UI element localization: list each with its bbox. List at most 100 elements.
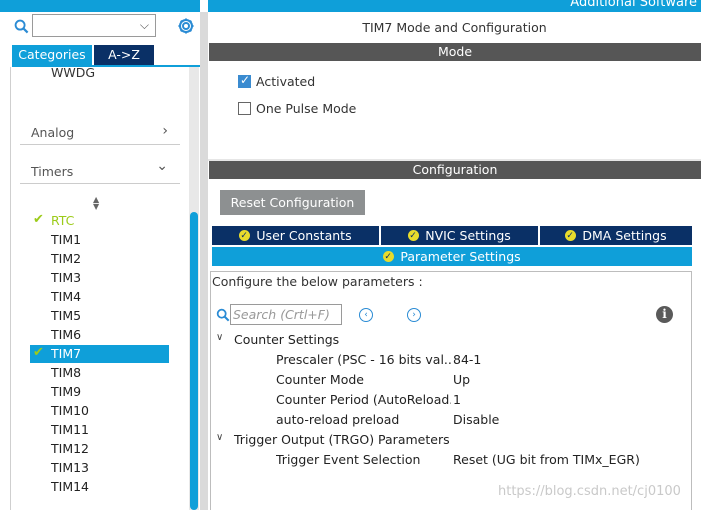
- check-circle-icon: [239, 227, 251, 246]
- param-value[interactable]: Disable: [453, 412, 499, 427]
- timer-label: RTC: [51, 213, 75, 228]
- timer-item-tim11[interactable]: TIM11: [30, 421, 169, 439]
- previous-match-icon[interactable]: ‹: [359, 308, 373, 322]
- activated-checkbox[interactable]: [238, 73, 251, 88]
- timer-label: TIM11: [51, 422, 90, 437]
- timer-label: TIM4: [51, 289, 82, 304]
- category-label: Analog: [31, 125, 75, 140]
- watermark: https://blog.csdn.net/cj0100: [498, 484, 681, 499]
- parameters-header: Configure the below parameters :: [212, 274, 423, 289]
- param-key: Counter Mode: [276, 372, 364, 387]
- timer-label: TIM12: [51, 441, 90, 456]
- timer-item-tim6[interactable]: TIM6: [30, 326, 169, 344]
- timer-item-tim5[interactable]: TIM5: [30, 307, 169, 325]
- param-key: Prescaler (PSC - 16 bits val...: [276, 352, 451, 367]
- gear-icon[interactable]: [176, 16, 196, 36]
- check-circle-icon: [408, 227, 420, 246]
- top-strip: Additional Software: [0, 0, 701, 12]
- timer-item-rtc[interactable]: ✔ RTC: [30, 212, 169, 230]
- group-label: Counter Settings: [234, 332, 340, 347]
- timer-label: TIM8: [51, 365, 82, 380]
- mode-header: Mode: [209, 43, 701, 61]
- reset-configuration-button[interactable]: Reset Configuration: [220, 190, 365, 215]
- timer-item-tim9[interactable]: TIM9: [30, 383, 169, 401]
- category-timers[interactable]: Timers ⌄: [20, 158, 180, 184]
- timer-item-tim4[interactable]: TIM4: [30, 288, 169, 306]
- additional-software-label[interactable]: Additional Software: [570, 0, 697, 10]
- tab-label: DMA Settings: [582, 228, 667, 243]
- chevron-down-icon: ⌄: [156, 158, 168, 174]
- tab-label: Parameter Settings: [400, 249, 521, 264]
- check-icon: ✔: [33, 212, 44, 227]
- mode-configuration-panel: TIM7 Mode and Configuration Mode Activat…: [208, 12, 701, 510]
- param-value[interactable]: Up: [453, 372, 470, 387]
- tab-nvic-settings[interactable]: NVIC Settings: [381, 226, 538, 246]
- parameter-search-input[interactable]: Search (Crtl+F): [230, 304, 342, 325]
- one-pulse-label: One Pulse Mode: [256, 101, 357, 116]
- search-icon[interactable]: [14, 19, 29, 34]
- param-value[interactable]: 84-1: [453, 352, 481, 367]
- chevron-down-icon[interactable]: ∨: [216, 432, 223, 443]
- tab-categories[interactable]: Categories: [12, 45, 92, 65]
- timer-item-tim1[interactable]: TIM1: [30, 231, 169, 249]
- category-analog[interactable]: Analog ›: [20, 121, 180, 145]
- category-scrollbar[interactable]: [189, 67, 199, 510]
- tab-label: User Constants: [256, 228, 352, 243]
- timer-label: TIM1: [51, 232, 82, 247]
- search-icon[interactable]: [216, 308, 230, 322]
- configuration-header: Configuration: [209, 161, 701, 179]
- left-top-bar: [0, 0, 200, 12]
- param-key: auto-reload preload: [276, 412, 400, 427]
- param-key: Trigger Event Selection: [276, 452, 421, 467]
- info-icon[interactable]: i: [656, 306, 673, 323]
- timer-item-tim12[interactable]: TIM12: [30, 440, 169, 458]
- param-key: Counter Period (AutoReload...: [276, 392, 451, 407]
- activated-label: Activated: [256, 74, 316, 89]
- timer-label: TIM5: [51, 308, 82, 323]
- one-pulse-checkbox[interactable]: [238, 102, 251, 115]
- param-row[interactable]: Counter Period (AutoReload... 1: [208, 392, 688, 410]
- tab-a-z[interactable]: A->Z: [94, 45, 154, 65]
- check-icon: ✔: [33, 345, 44, 360]
- timer-label: TIM7: [51, 346, 82, 361]
- stm32cubemx-window: Additional Software ⌵ Categories A->Z WW…: [0, 0, 701, 510]
- additional-software-bar[interactable]: Additional Software: [208, 0, 701, 12]
- chevron-right-icon: ›: [162, 123, 168, 139]
- timer-label: TIM13: [51, 460, 90, 475]
- timer-item-tim14[interactable]: TIM14: [30, 478, 169, 496]
- chevron-down-icon[interactable]: ⌵: [140, 18, 149, 33]
- sort-arrows-icon[interactable]: ▲ ▼: [93, 196, 99, 211]
- check-circle-icon: [565, 227, 577, 246]
- tree-item-wwdg[interactable]: WWDG: [51, 65, 95, 80]
- timer-label: TIM2: [51, 251, 82, 266]
- param-row[interactable]: auto-reload preload Disable: [208, 412, 688, 430]
- timer-label: TIM6: [51, 327, 82, 342]
- param-row[interactable]: Counter Mode Up: [208, 372, 688, 390]
- panel-divider[interactable]: [200, 12, 208, 510]
- scrollbar-thumb[interactable]: [190, 212, 198, 510]
- timer-label: TIM9: [51, 384, 82, 399]
- page-title: TIM7 Mode and Configuration: [362, 20, 547, 35]
- next-match-icon[interactable]: ›: [407, 308, 421, 322]
- category-label: Timers: [31, 164, 74, 179]
- timer-label: TIM14: [51, 479, 90, 494]
- tab-user-constants[interactable]: User Constants: [212, 226, 379, 246]
- param-value[interactable]: Reset (UG bit from TIMx_EGR): [453, 452, 640, 467]
- group-label: Trigger Output (TRGO) Parameters: [234, 432, 450, 447]
- timer-label: TIM3: [51, 270, 82, 285]
- param-value[interactable]: 1: [453, 392, 461, 407]
- chevron-down-icon[interactable]: ∨: [216, 332, 223, 343]
- category-search-combo[interactable]: ⌵: [32, 14, 156, 37]
- check-circle-icon: [383, 248, 395, 267]
- tab-parameter-settings[interactable]: Parameter Settings: [212, 247, 692, 267]
- timer-item-tim10[interactable]: TIM10: [30, 402, 169, 420]
- timer-item-tim13[interactable]: TIM13: [30, 459, 169, 477]
- param-row[interactable]: Prescaler (PSC - 16 bits val... 84-1: [208, 352, 688, 370]
- timer-item-tim8[interactable]: TIM8: [30, 364, 169, 382]
- timer-item-tim7[interactable]: ✔ TIM7: [30, 345, 169, 363]
- timer-item-tim3[interactable]: TIM3: [30, 269, 169, 287]
- tab-dma-settings[interactable]: DMA Settings: [540, 226, 692, 246]
- param-row[interactable]: Trigger Event Selection Reset (UG bit fro…: [208, 452, 688, 470]
- tab-label: NVIC Settings: [425, 228, 511, 243]
- timer-item-tim2[interactable]: TIM2: [30, 250, 169, 268]
